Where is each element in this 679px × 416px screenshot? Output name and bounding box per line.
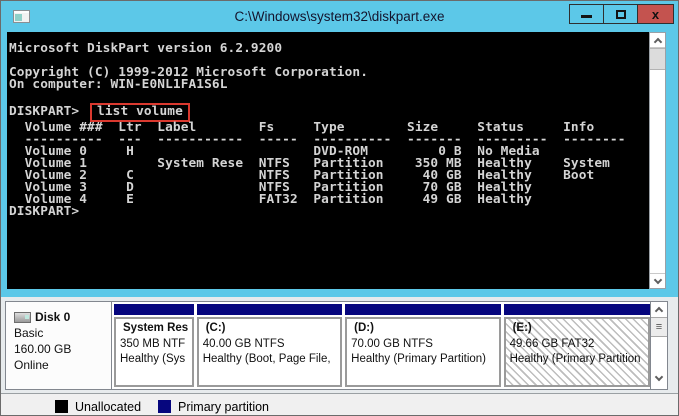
console-output-area[interactable]: Microsoft DiskPart version 6.2.9200 Copy…: [7, 32, 649, 289]
scrollbar-thumb[interactable]: ≡: [651, 317, 667, 337]
partition-size: 350 MB NTF: [120, 337, 189, 353]
chevron-up-icon: [655, 307, 663, 315]
scroll-down-button[interactable]: [651, 370, 667, 385]
partition-status: Healthy (Primary Partition: [510, 352, 645, 368]
console-intro: Microsoft DiskPart version 6.2.9200 Copy…: [9, 41, 368, 92]
partition-size: 49.66 GB FAT32: [510, 337, 645, 353]
diskpart-window: C:\Windows\system32\diskpart.exe x Micro…: [0, 0, 679, 416]
close-button[interactable]: x: [638, 5, 673, 23]
unallocated-label: Unallocated: [75, 400, 141, 414]
maximize-button[interactable]: [604, 5, 638, 23]
disk-0-info[interactable]: Disk 0 Basic 160.00 GB Online: [6, 302, 112, 389]
console-prompt: DISKPART>: [9, 104, 87, 119]
disk-status: Online: [14, 357, 105, 373]
scroll-up-button[interactable]: [650, 33, 665, 48]
console-output: Microsoft DiskPart version 6.2.9200 Copy…: [7, 32, 649, 218]
minimize-icon: [581, 15, 592, 18]
console-frame: Microsoft DiskPart version 6.2.9200 Copy…: [1, 32, 678, 297]
partition-status: Healthy (Sys: [120, 352, 189, 368]
partition-d[interactable]: (D:) 70.00 GB NTFS Healthy (Primary Part…: [345, 304, 500, 387]
title-bar[interactable]: C:\Windows\system32\diskpart.exe x: [1, 1, 678, 32]
partition-type-bar: [345, 304, 500, 315]
partition-status: Healthy (Primary Partition): [351, 352, 495, 368]
console-scrollbar[interactable]: [649, 32, 666, 289]
partition-legend: Unallocated Primary partition: [1, 393, 678, 416]
partition-name: (E:): [510, 321, 645, 337]
chevron-down-icon: [653, 276, 661, 284]
maximize-icon: [616, 10, 626, 19]
volume-table: Volume ### Ltr Label Fs Type Size Status…: [9, 120, 626, 207]
disk-drive-icon: [14, 312, 31, 323]
primary-partition-swatch: [158, 400, 171, 413]
scroll-down-button[interactable]: [650, 273, 665, 288]
chevron-up-icon: [653, 37, 661, 45]
partition-size: 40.00 GB NTFS: [203, 337, 337, 353]
partition-type-bar: [114, 304, 194, 315]
partition-size: 70.00 GB NTFS: [351, 337, 495, 353]
partition-system-reserved[interactable]: System Res 350 MB NTF Healthy (Sys: [114, 304, 194, 387]
primary-partition-label: Primary partition: [178, 400, 269, 414]
unallocated-swatch: [55, 400, 68, 413]
partition-name: (C:): [203, 321, 337, 337]
partition-status: Healthy (Boot, Page File,: [203, 352, 337, 368]
partition-c[interactable]: (C:) 40.00 GB NTFS Healthy (Boot, Page F…: [197, 304, 342, 387]
minimize-button[interactable]: [570, 5, 604, 23]
partition-type-bar: [504, 304, 650, 315]
partition-e-selected[interactable]: (E:) 49.66 GB FAT32 Healthy (Primary Par…: [504, 304, 650, 387]
console-window-icon: [13, 10, 30, 23]
window-controls: x: [569, 4, 674, 24]
partition-name: System Res: [120, 321, 189, 337]
chevron-down-icon: [655, 372, 663, 380]
partition-name: (D:): [351, 321, 495, 337]
disk-0-row: Disk 0 Basic 160.00 GB Online System Res…: [5, 301, 668, 390]
console-prompt-2: DISKPART>: [9, 204, 79, 219]
disk-name: Disk 0: [35, 309, 70, 325]
disk-panel-scrollbar[interactable]: ≡: [650, 302, 667, 389]
disk-size: 160.00 GB: [14, 341, 105, 357]
disk-type: Basic: [14, 325, 105, 341]
scrollbar-thumb[interactable]: [650, 48, 665, 70]
disk-management-panel: Disk 0 Basic 160.00 GB Online System Res…: [1, 297, 678, 416]
scroll-up-button[interactable]: [651, 302, 667, 317]
close-icon: x: [652, 8, 659, 21]
partition-type-bar: [197, 304, 342, 315]
partition-map: System Res 350 MB NTF Healthy (Sys (C:) …: [112, 302, 650, 389]
